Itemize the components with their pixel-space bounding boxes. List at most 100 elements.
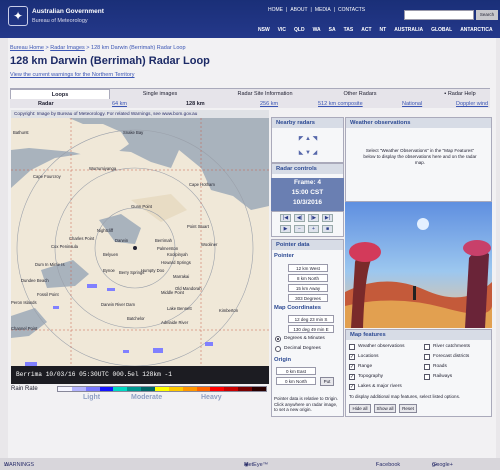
feature-checkbox[interactable]	[424, 364, 430, 370]
link-national[interactable]: National	[402, 101, 422, 107]
scale-swatch	[252, 387, 266, 391]
place-label: Humpty Doo	[141, 268, 165, 273]
reset-button[interactable]: Reset	[399, 404, 417, 413]
feature-label: Roads	[433, 364, 447, 369]
observations-instructions: Select "Weather Observations" in the "Ma…	[363, 148, 477, 165]
home-link[interactable]: HOME	[268, 7, 283, 13]
place-label: Darwin	[115, 238, 129, 243]
feature-checkbox[interactable]: ✓	[349, 354, 355, 360]
tab-loops[interactable]: Loops	[10, 89, 110, 99]
place-label: Charles Point	[69, 236, 95, 241]
pointer-y-field: 8 km North	[288, 274, 328, 282]
origin-east-input[interactable]: 0 km East	[276, 367, 316, 375]
arrow-se-icon[interactable]: ◢	[313, 150, 318, 156]
features-note: To display additional map features, sele…	[349, 394, 461, 399]
put-origin-button[interactable]: Put	[320, 377, 334, 386]
degrees-minutes-radio[interactable]	[275, 336, 281, 342]
nearby-radars-panel: Nearby radars ◤ ▲ ◥ ◣ ▼ ◢	[271, 117, 344, 163]
bom-logo[interactable]: ✦ Australian Government Bureau of Meteor…	[8, 4, 104, 32]
radar-controls-heading: Radar controls	[272, 164, 343, 174]
feature-label: Weather observations	[358, 344, 405, 349]
feature-checkbox[interactable]: ✓	[349, 384, 355, 390]
latitude-field: 12 deg 23 min S	[288, 315, 334, 323]
arrow-nw-icon[interactable]: ◤	[299, 136, 304, 142]
search-input[interactable]	[404, 10, 474, 20]
tab-other-radars[interactable]: Other Radars	[330, 89, 390, 99]
show-all-button[interactable]: Show all	[374, 404, 396, 413]
top-links: HOME | ABOUT | MEDIA | CONTACTS	[268, 7, 366, 13]
feature-checkbox[interactable]: ✓	[349, 374, 355, 380]
link-64km[interactable]: 64 km	[112, 101, 127, 107]
nav-nt[interactable]: NT	[380, 27, 387, 33]
tab-radar-help[interactable]: ▪ Radar Help	[430, 89, 490, 99]
arrow-s-icon[interactable]: ▼	[305, 150, 311, 156]
radar-map[interactable]: Copyright: Image by Bureau of Meteorolog…	[11, 110, 269, 384]
nav-wa[interactable]: WA	[313, 27, 321, 33]
scenery-image-graphic	[345, 202, 492, 328]
arrow-ne-icon[interactable]: ◥	[313, 136, 318, 142]
link-256km[interactable]: 256 km	[260, 101, 278, 107]
place-label: Howard Springs	[161, 260, 191, 265]
radar-tabs: Loops Single images Radar Site Informati…	[10, 88, 490, 108]
sub-radar-label: Radar	[38, 101, 54, 107]
nav-australia[interactable]: AUSTRALIA	[394, 27, 423, 33]
place-label: Cape Fourcroy	[33, 174, 61, 179]
gov-name: Australian Government	[32, 8, 104, 15]
feature-checkbox[interactable]	[424, 344, 430, 350]
feature-checkbox[interactable]	[349, 344, 355, 350]
feature-checkbox[interactable]	[424, 374, 430, 380]
next-frame-button[interactable]: |▶	[308, 214, 319, 222]
prev-frame-button[interactable]: ◀|	[294, 214, 305, 222]
feature-label: Locations	[358, 354, 379, 359]
hide-all-button[interactable]: Hide all	[349, 404, 371, 413]
decimal-degrees-radio[interactable]	[275, 346, 281, 352]
scenery-image	[345, 202, 492, 328]
scale-swatch	[99, 387, 114, 391]
slower-button[interactable]: −	[294, 225, 305, 233]
place-label: Koolpinyah	[167, 252, 188, 257]
nav-antarctica[interactable]: ANTARCTICA	[460, 27, 492, 33]
tab-single-images[interactable]: Single images	[120, 89, 200, 99]
breadcrumb-radar-images[interactable]: Radar Images	[50, 45, 85, 51]
pointer-x-field: 12 km West	[288, 264, 328, 272]
nav-nsw[interactable]: NSW	[258, 27, 270, 33]
place-label: Wooliner	[201, 242, 218, 247]
nav-sa[interactable]: SA	[329, 27, 336, 33]
nav-vic[interactable]: VIC	[278, 27, 286, 33]
pause-button[interactable]: ■	[322, 225, 333, 233]
contacts-link[interactable]: CONTACTS	[338, 7, 365, 13]
radar-timestamp-bar: Berrima 10/03/16 05:30UTC 000.5el 128km …	[11, 366, 269, 384]
media-link[interactable]: MEDIA	[315, 7, 331, 13]
last-frame-button[interactable]: ▶|	[322, 214, 333, 222]
feature-checkbox[interactable]: ✓	[349, 364, 355, 370]
tab-radar-site-info[interactable]: Radar Site Information	[220, 89, 310, 99]
nav-act[interactable]: ACT	[361, 27, 371, 33]
nav-tas[interactable]: TAS	[344, 27, 354, 33]
link-doppler-wind[interactable]: Doppler wind	[456, 101, 488, 107]
link-512km[interactable]: 512 km composite	[318, 101, 363, 107]
about-link[interactable]: ABOUT	[290, 7, 307, 13]
place-label: Cox Peninsula	[51, 244, 79, 249]
breadcrumb-home[interactable]: Bureau Home	[10, 45, 44, 51]
place-label: Adelaide River	[161, 320, 189, 325]
arrow-n-icon[interactable]: ▲	[305, 136, 311, 142]
scale-moderate: Moderate	[131, 394, 163, 401]
place-label: Palmerston	[157, 246, 179, 251]
arrow-sw-icon[interactable]: ◣	[299, 150, 304, 156]
play-button[interactable]: ▶	[280, 225, 291, 233]
coat-of-arms-icon: ✦	[8, 6, 28, 26]
warnings-link[interactable]: View the current warnings for the Northe…	[10, 72, 135, 78]
origin-north-input[interactable]: 0 km North	[276, 377, 316, 385]
place-label: Channel Point	[11, 326, 38, 331]
weather-observations-panel: Weather observations Select "Weather Obs…	[345, 117, 492, 202]
nav-global[interactable]: GLOBAL	[431, 27, 452, 33]
feature-checkbox[interactable]	[424, 354, 430, 360]
first-frame-button[interactable]: |◀	[280, 214, 291, 222]
feature-label: Topography	[358, 374, 384, 379]
faster-button[interactable]: +	[308, 225, 319, 233]
search-button[interactable]: Search	[476, 10, 498, 20]
nav-qld[interactable]: QLD	[294, 27, 305, 33]
breadcrumb-current: 128 km Darwin (Berrimah) Radar Loop	[91, 45, 186, 51]
place-label: Snake Bay	[123, 130, 144, 135]
place-label: Kimberton	[219, 308, 239, 313]
